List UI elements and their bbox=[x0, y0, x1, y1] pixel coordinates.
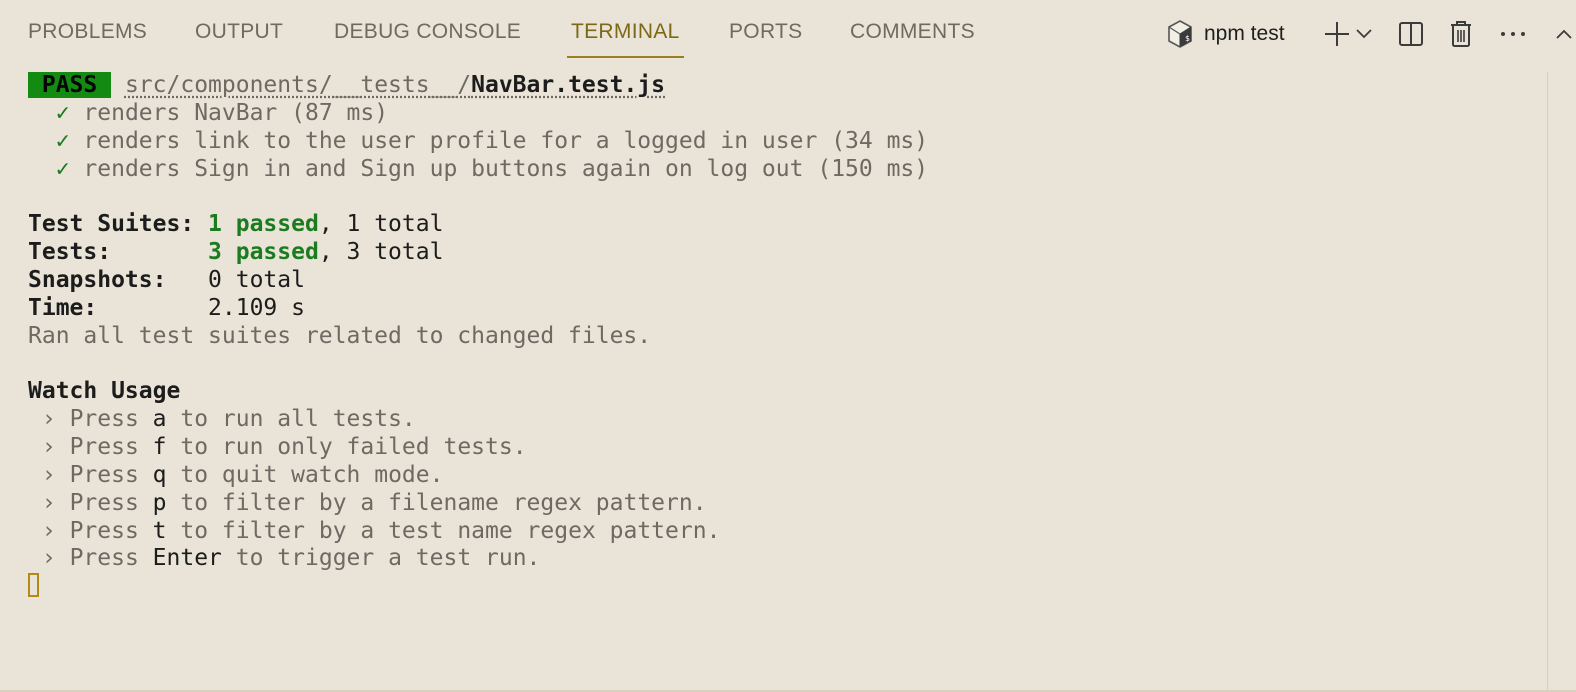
test-case-duration: (87 ms) bbox=[291, 99, 389, 126]
watch-item-pre: Press bbox=[69, 433, 153, 460]
watch-item-pre: Press bbox=[69, 517, 153, 544]
split-panel-icon bbox=[1398, 21, 1424, 47]
watch-key: Enter bbox=[152, 545, 222, 572]
arrow-icon: › bbox=[41, 461, 56, 488]
watch-item-pre: Press bbox=[69, 461, 153, 488]
test-case-line: ✓ renders link to the user profile for a… bbox=[28, 128, 1546, 156]
watch-key: f bbox=[152, 433, 167, 460]
test-case-duration: (34 ms) bbox=[831, 127, 929, 154]
more-actions-button[interactable] bbox=[1496, 14, 1530, 54]
pass-badge: PASS bbox=[28, 72, 112, 98]
arrow-icon: › bbox=[41, 517, 56, 544]
trash-icon bbox=[1449, 20, 1473, 48]
arrow-icon: › bbox=[41, 406, 56, 433]
watch-item: › Press p to filter by a filename regex … bbox=[28, 490, 1546, 518]
watch-item: › Press Enter to trigger a test run. bbox=[28, 545, 1546, 573]
test-case-duration: (150 ms) bbox=[817, 155, 929, 182]
summary-total: , 3 total bbox=[318, 239, 444, 266]
summary-suites: Test Suites: 1 passed, 1 total bbox=[28, 211, 1546, 239]
summary-passed: 3 passed bbox=[208, 239, 319, 266]
test-file-dir: src/components/__tests__/ bbox=[124, 72, 472, 98]
tab-label: OUTPUT bbox=[195, 20, 284, 43]
test-case-name: renders NavBar bbox=[83, 99, 278, 126]
test-case-name: renders link to the user profile for a l… bbox=[83, 127, 818, 154]
ellipsis-icon bbox=[1499, 30, 1527, 38]
test-file-name: NavBar.test.js bbox=[471, 72, 666, 98]
watch-key: q bbox=[152, 461, 167, 488]
tab-ports[interactable]: PORTS bbox=[729, 20, 802, 58]
summary-value: 2.109 s bbox=[208, 294, 305, 321]
tab-output[interactable]: OUTPUT bbox=[195, 20, 283, 58]
tab-label: PORTS bbox=[729, 20, 803, 43]
tab-debug-console[interactable]: DEBUG CONSOLE bbox=[334, 20, 521, 58]
test-case-name: renders Sign in and Sign up buttons agai… bbox=[83, 155, 804, 182]
arrow-icon: › bbox=[41, 545, 56, 572]
summary-time: Time: 2.109 s bbox=[28, 295, 1546, 323]
terminal-scrollbar[interactable] bbox=[1547, 72, 1576, 690]
watch-item-post: to filter by a filename regex pattern. bbox=[166, 489, 707, 516]
watch-item-pre: Press bbox=[69, 406, 153, 433]
active-tab-indicator bbox=[567, 56, 684, 58]
watch-item: › Press q to quit watch mode. bbox=[28, 462, 1546, 490]
watch-usage-heading: Watch Usage bbox=[28, 378, 181, 405]
terminal-launch-profile-dropdown[interactable] bbox=[1354, 14, 1374, 54]
watch-item-post: to quit watch mode. bbox=[166, 461, 444, 488]
new-terminal-button[interactable] bbox=[1322, 14, 1352, 54]
watch-item-pre: Press bbox=[69, 489, 153, 516]
watch-item-post: to filter by a test name regex pattern. bbox=[166, 517, 721, 544]
summary-label: Snapshots: bbox=[28, 266, 167, 293]
watch-key: t bbox=[152, 517, 167, 544]
tab-problems[interactable]: PROBLEMS bbox=[28, 20, 147, 58]
tab-label: PROBLEMS bbox=[28, 20, 148, 43]
plus-icon bbox=[1324, 21, 1350, 47]
terminal-name: npm test bbox=[1204, 22, 1285, 45]
terminal-shell-icon: $ bbox=[1166, 19, 1194, 49]
tab-label: COMMENTS bbox=[850, 20, 975, 43]
tab-terminal[interactable]: TERMINAL bbox=[567, 20, 684, 58]
test-file-result: PASS src/components/__tests__/NavBar.tes… bbox=[28, 72, 1546, 100]
watch-item: › Press a to run all tests. bbox=[28, 406, 1546, 434]
terminal-panel: PROBLEMS OUTPUT DEBUG CONSOLE TERMINAL P… bbox=[0, 0, 1576, 692]
summary-passed: 1 passed bbox=[208, 211, 319, 238]
watch-item-post: to run only failed tests. bbox=[166, 433, 527, 460]
watch-key: a bbox=[152, 406, 167, 433]
summary-label: Test Suites: bbox=[28, 211, 195, 238]
maximize-panel-button[interactable] bbox=[1556, 14, 1576, 54]
watch-item-post: to run all tests. bbox=[166, 406, 416, 433]
summary-snapshots: Snapshots: 0 total bbox=[28, 267, 1546, 295]
summary-label: Time: bbox=[28, 294, 98, 321]
arrow-icon: › bbox=[41, 433, 56, 460]
svg-text:$: $ bbox=[1185, 34, 1190, 43]
summary-value: 0 total bbox=[208, 266, 305, 293]
arrow-icon: › bbox=[41, 489, 56, 516]
tab-label: DEBUG CONSOLE bbox=[334, 20, 522, 43]
kill-terminal-button[interactable] bbox=[1446, 14, 1476, 54]
chevron-up-icon bbox=[1556, 28, 1572, 40]
check-icon: ✓ bbox=[55, 127, 70, 154]
tab-label: TERMINAL bbox=[571, 20, 680, 43]
watch-item-pre: Press bbox=[69, 545, 153, 572]
watch-item: › Press f to run only failed tests. bbox=[28, 434, 1546, 462]
terminal-selector[interactable]: $ npm test bbox=[1166, 14, 1316, 54]
terminal-actions: $ npm test bbox=[1156, 14, 1576, 54]
ran-note: Ran all test suites related to changed f… bbox=[28, 322, 652, 349]
summary-label: Tests: bbox=[28, 239, 112, 266]
terminal-output[interactable]: PASS src/components/__tests__/NavBar.tes… bbox=[28, 72, 1546, 601]
tab-comments[interactable]: COMMENTS bbox=[850, 20, 975, 58]
chevron-down-icon bbox=[1356, 29, 1372, 39]
panel-tab-bar: PROBLEMS OUTPUT DEBUG CONSOLE TERMINAL P… bbox=[0, 0, 1576, 68]
split-terminal-button[interactable] bbox=[1396, 14, 1426, 54]
terminal-cursor bbox=[28, 573, 39, 598]
test-case-line: ✓ renders Sign in and Sign up buttons ag… bbox=[28, 156, 1546, 184]
prompt-line bbox=[28, 573, 1546, 601]
watch-key: p bbox=[152, 489, 167, 516]
summary-tests: Tests: 3 passed, 3 total bbox=[28, 239, 1546, 267]
watch-item: › Press t to filter by a test name regex… bbox=[28, 518, 1546, 546]
summary-total: , 1 total bbox=[318, 211, 444, 238]
test-case-line: ✓ renders NavBar (87 ms) bbox=[28, 100, 1546, 128]
watch-item-post: to trigger a test run. bbox=[221, 545, 541, 572]
check-icon: ✓ bbox=[55, 155, 70, 182]
check-icon: ✓ bbox=[55, 99, 70, 126]
